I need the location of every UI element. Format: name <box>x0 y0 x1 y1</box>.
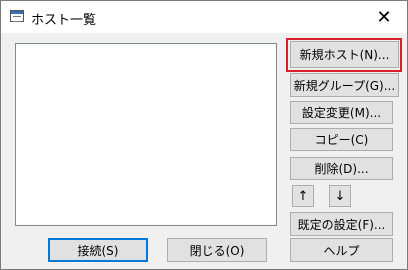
host-list-dialog: ホスト一覧 ✕ 新規ホスト(N)... 新規グループ(G)... 設定変更(M)… <box>0 0 408 270</box>
new-host-button[interactable]: 新規ホスト(N)... <box>290 41 399 68</box>
close-button[interactable]: 閉じる(O) <box>167 238 267 262</box>
copy-button[interactable]: コピー(C) <box>290 128 393 151</box>
help-button[interactable]: ヘルプ <box>290 238 393 262</box>
host-list[interactable] <box>15 43 277 226</box>
move-up-button[interactable]: ↑ <box>292 185 314 207</box>
move-down-button[interactable]: ↓ <box>329 185 351 207</box>
window-app-icon <box>10 10 24 22</box>
delete-button[interactable]: 削除(D)... <box>290 157 393 180</box>
default-settings-button[interactable]: 既定の設定(F)... <box>290 212 393 236</box>
window-title: ホスト一覧 <box>31 13 97 28</box>
change-settings-button[interactable]: 設定変更(M)... <box>290 101 393 124</box>
connect-button[interactable]: 接続(S) <box>48 238 148 262</box>
new-group-button[interactable]: 新規グループ(G)... <box>290 73 399 97</box>
title-bar: ホスト一覧 ✕ <box>1 1 407 33</box>
close-icon[interactable]: ✕ <box>363 1 405 33</box>
